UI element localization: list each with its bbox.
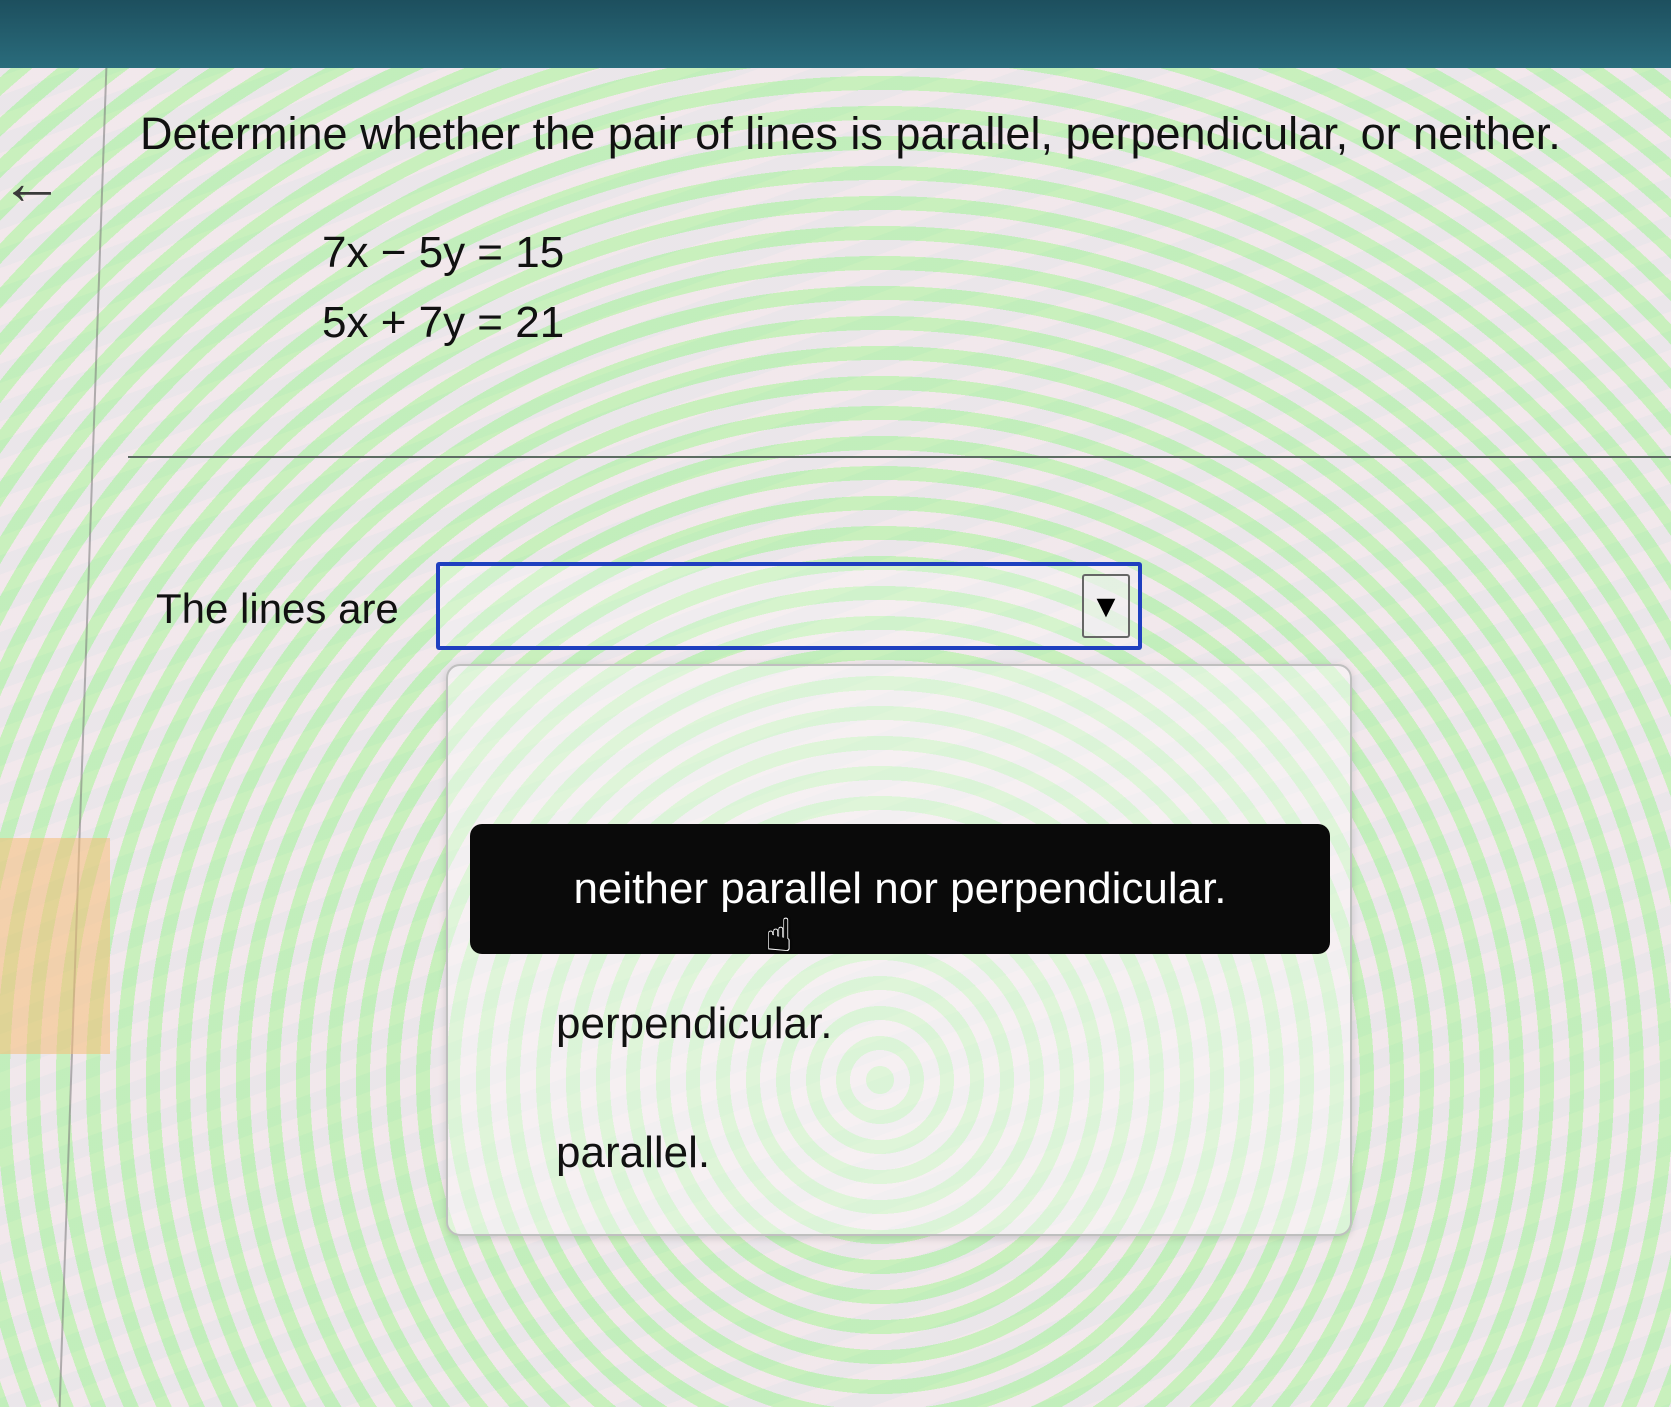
option-neither[interactable]: neither parallel nor perpendicular. <box>470 824 1330 954</box>
side-tab <box>0 838 110 1054</box>
option-parallel-label: parallel. <box>556 1128 711 1177</box>
question-text: Determine whether the pair of lines is p… <box>140 108 1561 159</box>
dropdown-menu: neither parallel nor perpendicular. perp… <box>446 664 1352 1236</box>
answer-prompt: The lines are <box>156 585 399 632</box>
equation-1: 7x − 5y = 15 <box>322 228 565 277</box>
option-parallel[interactable]: parallel. <box>556 1128 1458 1178</box>
answer-select[interactable]: ▼ <box>436 562 1142 650</box>
triangle-down-icon[interactable]: ▼ <box>1082 574 1130 638</box>
arrow-left-icon[interactable]: ← <box>0 150 64 214</box>
top-bar <box>0 0 1671 68</box>
equation-2: 5x + 7y = 21 <box>322 298 565 347</box>
option-perpendicular-label: perpendicular. <box>556 999 833 1048</box>
section-divider <box>128 456 1671 458</box>
option-perpendicular[interactable]: perpendicular. <box>556 999 1458 1049</box>
option-neither-label: neither parallel nor perpendicular. <box>573 864 1227 913</box>
hand-pointer-icon: ☝ <box>765 909 794 961</box>
